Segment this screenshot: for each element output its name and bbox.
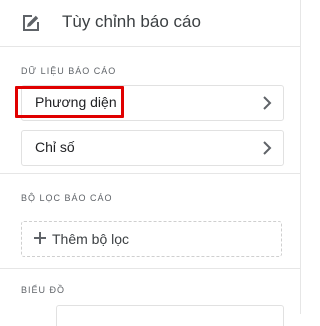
panel-header: Tùy chỉnh báo cáo: [0, 0, 300, 47]
section-divider: [0, 173, 300, 174]
plus-icon: [33, 231, 47, 245]
report-data-section-label: DỮ LIỆU BÁO CÁO: [21, 66, 117, 76]
dimensions-label: Phương diện: [35, 94, 117, 110]
customize-report-panel: Tùy chỉnh báo cáo DỮ LIỆU BÁO CÁO Phương…: [0, 0, 301, 326]
report-filters-section-label: BỘ LỌC BÁO CÁO: [21, 193, 113, 203]
chart-type-field[interactable]: [56, 305, 284, 326]
chevron-right-icon: [262, 140, 272, 156]
metrics-button[interactable]: Chỉ số: [21, 130, 284, 166]
add-filter-label: Thêm bộ lọc: [52, 231, 130, 247]
chevron-right-icon: [262, 95, 272, 111]
dimensions-button[interactable]: Phương diện: [21, 85, 284, 121]
chart-section-label: BIỂU ĐỒ: [21, 285, 66, 295]
section-divider: [0, 268, 300, 269]
add-filter-button[interactable]: Thêm bộ lọc: [21, 221, 282, 257]
edit-report-icon: [21, 13, 41, 33]
metrics-label: Chỉ số: [35, 139, 75, 155]
panel-title: Tùy chỉnh báo cáo: [62, 12, 201, 31]
